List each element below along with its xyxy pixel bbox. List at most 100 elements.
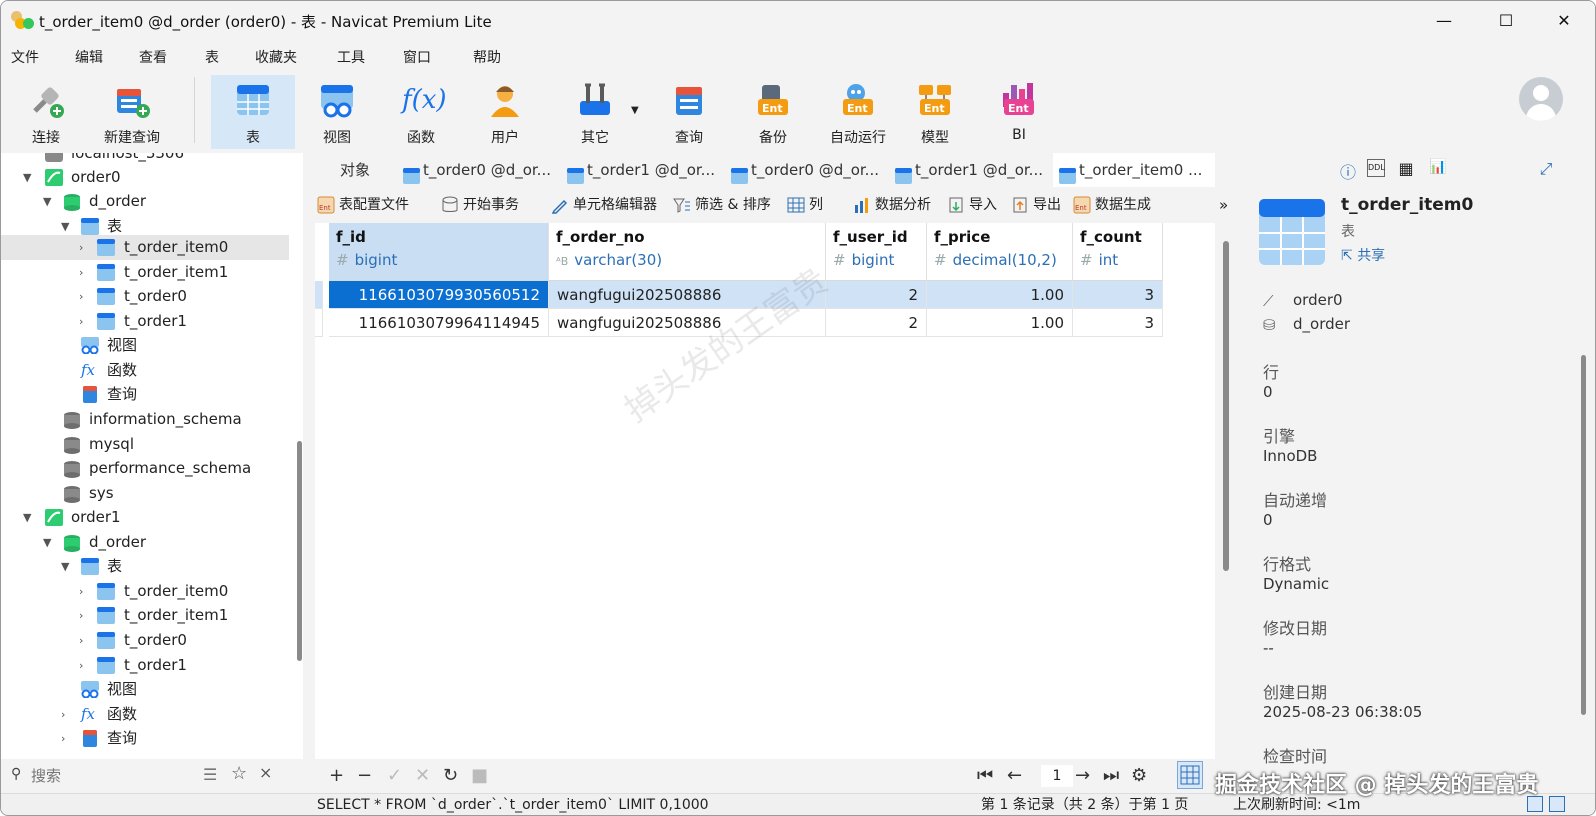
tree-db-mysql[interactable]: mysql	[1, 432, 289, 457]
tree-views-folder-2[interactable]: 视图	[1, 677, 289, 702]
table-cell[interactable]: 2	[826, 281, 927, 309]
ddl-icon[interactable]: DDL	[1367, 159, 1385, 177]
new-query-button[interactable]: 新建查询	[89, 75, 175, 149]
tree-table-t_order0[interactable]: › t_order0	[1, 284, 289, 309]
menu-file[interactable]: 文件	[11, 47, 39, 67]
tree-table-t_order1[interactable]: › t_order1	[1, 309, 289, 334]
menu-table[interactable]: 表	[205, 47, 219, 67]
tree-table-t_order_item1-2[interactable]: › t_order_item1	[1, 603, 289, 628]
view-button[interactable]: 视图	[295, 75, 379, 149]
grid-scrollbar[interactable]	[1223, 241, 1229, 571]
chevron-right-icon[interactable]: ›	[79, 309, 83, 334]
tree-connection-order0[interactable]: ▼ order0	[1, 165, 289, 190]
tab-t_order1-2[interactable]: t_order1 @d_or...	[889, 153, 1051, 187]
tab-objects[interactable]: 对象	[315, 153, 395, 187]
column-header-f_user_id[interactable]: f_user_id # bigint	[826, 223, 927, 281]
chart-icon[interactable]: 📊	[1429, 159, 1447, 177]
chevron-right-icon[interactable]: ›	[79, 260, 83, 285]
tree-table-t_order_item0[interactable]: › t_order_item0	[1, 235, 289, 260]
more-tools-button[interactable]: »	[1219, 193, 1228, 217]
chevron-right-icon[interactable]: ›	[79, 235, 83, 260]
collapse-icon[interactable]: ⨯	[259, 763, 272, 782]
chevron-right-icon[interactable]: ›	[61, 702, 65, 727]
row-indicator[interactable]	[315, 309, 323, 337]
tree-functions-folder-2[interactable]: › fx 函数	[1, 702, 289, 727]
column-header-f_count[interactable]: f_count # int	[1073, 223, 1163, 281]
menu-window[interactable]: 窗口	[403, 47, 431, 67]
grid-icon[interactable]: ▦	[1397, 159, 1415, 178]
next-page-icon[interactable]: →	[1075, 765, 1090, 786]
add-record-icon[interactable]: +	[329, 765, 344, 786]
row-indicator[interactable]	[315, 281, 323, 309]
tree-database-d_order[interactable]: ▼ d_order	[1, 189, 289, 214]
tree-table-t_order0-2[interactable]: › t_order0	[1, 628, 289, 653]
table-cell[interactable]: 3	[1073, 309, 1163, 337]
table-cell[interactable]: 1166103079930560512	[329, 281, 549, 309]
chevron-right-icon[interactable]: ›	[79, 284, 83, 309]
tree-queries-folder[interactable]: 查询	[1, 382, 289, 407]
chevron-down-icon[interactable]: ▼	[23, 165, 31, 190]
close-button[interactable]: ✕	[1541, 6, 1587, 36]
tree-queries-folder-2[interactable]: › 查询	[1, 726, 289, 751]
bi-button[interactable]: Ent BI	[977, 75, 1061, 149]
prev-page-icon[interactable]: ←	[1007, 765, 1022, 786]
tab-t_order0-1[interactable]: t_order0 @d_or...	[397, 153, 559, 187]
minimize-button[interactable]: —	[1421, 6, 1467, 36]
column-header-f_id[interactable]: f_id # bigint	[329, 223, 549, 281]
chevron-down-icon[interactable]: ▼	[43, 189, 51, 214]
discard-icon[interactable]: ✕	[415, 765, 430, 786]
chevron-right-icon[interactable]: ›	[61, 726, 65, 751]
tree-db-performance_schema[interactable]: performance_schema	[1, 456, 289, 481]
tree-functions-folder[interactable]: fx 函数	[1, 358, 289, 383]
table-cell[interactable]: 1166103079964114945	[329, 309, 549, 337]
backup-button[interactable]: Ent 备份	[731, 75, 815, 149]
tab-t_order_item0[interactable]: t_order_item0 ...	[1053, 153, 1215, 187]
filter-icon[interactable]: ☰	[203, 765, 217, 784]
menu-tools[interactable]: 工具	[337, 47, 365, 67]
tree-table-t_order1-2[interactable]: › t_order1	[1, 653, 289, 678]
panel-right-icon[interactable]	[1549, 796, 1565, 812]
info-icon[interactable]: ⓘ	[1339, 159, 1357, 182]
last-page-icon[interactable]: ⏭	[1103, 765, 1119, 786]
tree-connection-order1[interactable]: ▼ order1	[1, 505, 289, 530]
tree-table-t_order_item1[interactable]: › t_order_item1	[1, 260, 289, 285]
chevron-right-icon[interactable]: ›	[79, 628, 83, 653]
table-cell[interactable]: 1.00	[927, 309, 1073, 337]
maximize-button[interactable]: ☐	[1483, 6, 1529, 36]
tab-t_order1-1[interactable]: t_order1 @d_or...	[561, 153, 723, 187]
grid-view-icon[interactable]	[1177, 761, 1203, 789]
chevron-down-icon[interactable]: ▼	[43, 530, 51, 555]
stop-icon[interactable]: ■	[471, 765, 488, 786]
gear-icon[interactable]: ⚙	[1131, 765, 1147, 786]
menu-view[interactable]: 查看	[139, 47, 167, 67]
user-button[interactable]: 用户	[463, 75, 547, 149]
chevron-down-icon[interactable]: ▼	[61, 554, 69, 579]
menu-help[interactable]: 帮助	[473, 47, 501, 67]
apply-check-icon[interactable]: ✓	[387, 765, 402, 786]
tree-db-sys[interactable]: sys	[1, 481, 289, 506]
query-button[interactable]: 查询	[647, 75, 731, 149]
chevron-right-icon[interactable]: ›	[79, 603, 83, 628]
delete-record-icon[interactable]: −	[357, 765, 372, 786]
connect-button[interactable]: 连接	[4, 75, 88, 149]
tree-tables-folder-2[interactable]: ▼ 表	[1, 554, 289, 579]
function-button[interactable]: f(x) 函数	[379, 75, 463, 149]
other-button[interactable]: 其它 ▼	[553, 75, 639, 149]
first-page-icon[interactable]: ⏮	[977, 765, 993, 786]
table-cell[interactable]: 2	[826, 309, 927, 337]
expand-icon[interactable]: ⤢	[1537, 159, 1555, 178]
column-header-f_price[interactable]: f_price # decimal(10,2)	[927, 223, 1073, 281]
star-icon[interactable]: ☆	[231, 763, 247, 784]
search-input[interactable]	[31, 764, 191, 788]
menu-favorites[interactable]: 收藏夹	[255, 47, 297, 67]
share-button[interactable]: ⇱ 共享	[1341, 245, 1385, 265]
page-number-input[interactable]: 1	[1041, 765, 1073, 787]
model-button[interactable]: Ent 模型	[893, 75, 977, 149]
menu-edit[interactable]: 编辑	[75, 47, 103, 67]
dropdown-caret-icon[interactable]: ▼	[631, 105, 639, 116]
refresh-icon[interactable]: ↻	[443, 765, 458, 786]
table-row[interactable]: 1166103079930560512 wangfugui202508886 2…	[315, 281, 1163, 309]
tab-t_order0-2[interactable]: t_order0 @d_or...	[725, 153, 887, 187]
user-avatar[interactable]	[1519, 77, 1563, 121]
automation-button[interactable]: Ent 自动运行	[813, 75, 903, 149]
